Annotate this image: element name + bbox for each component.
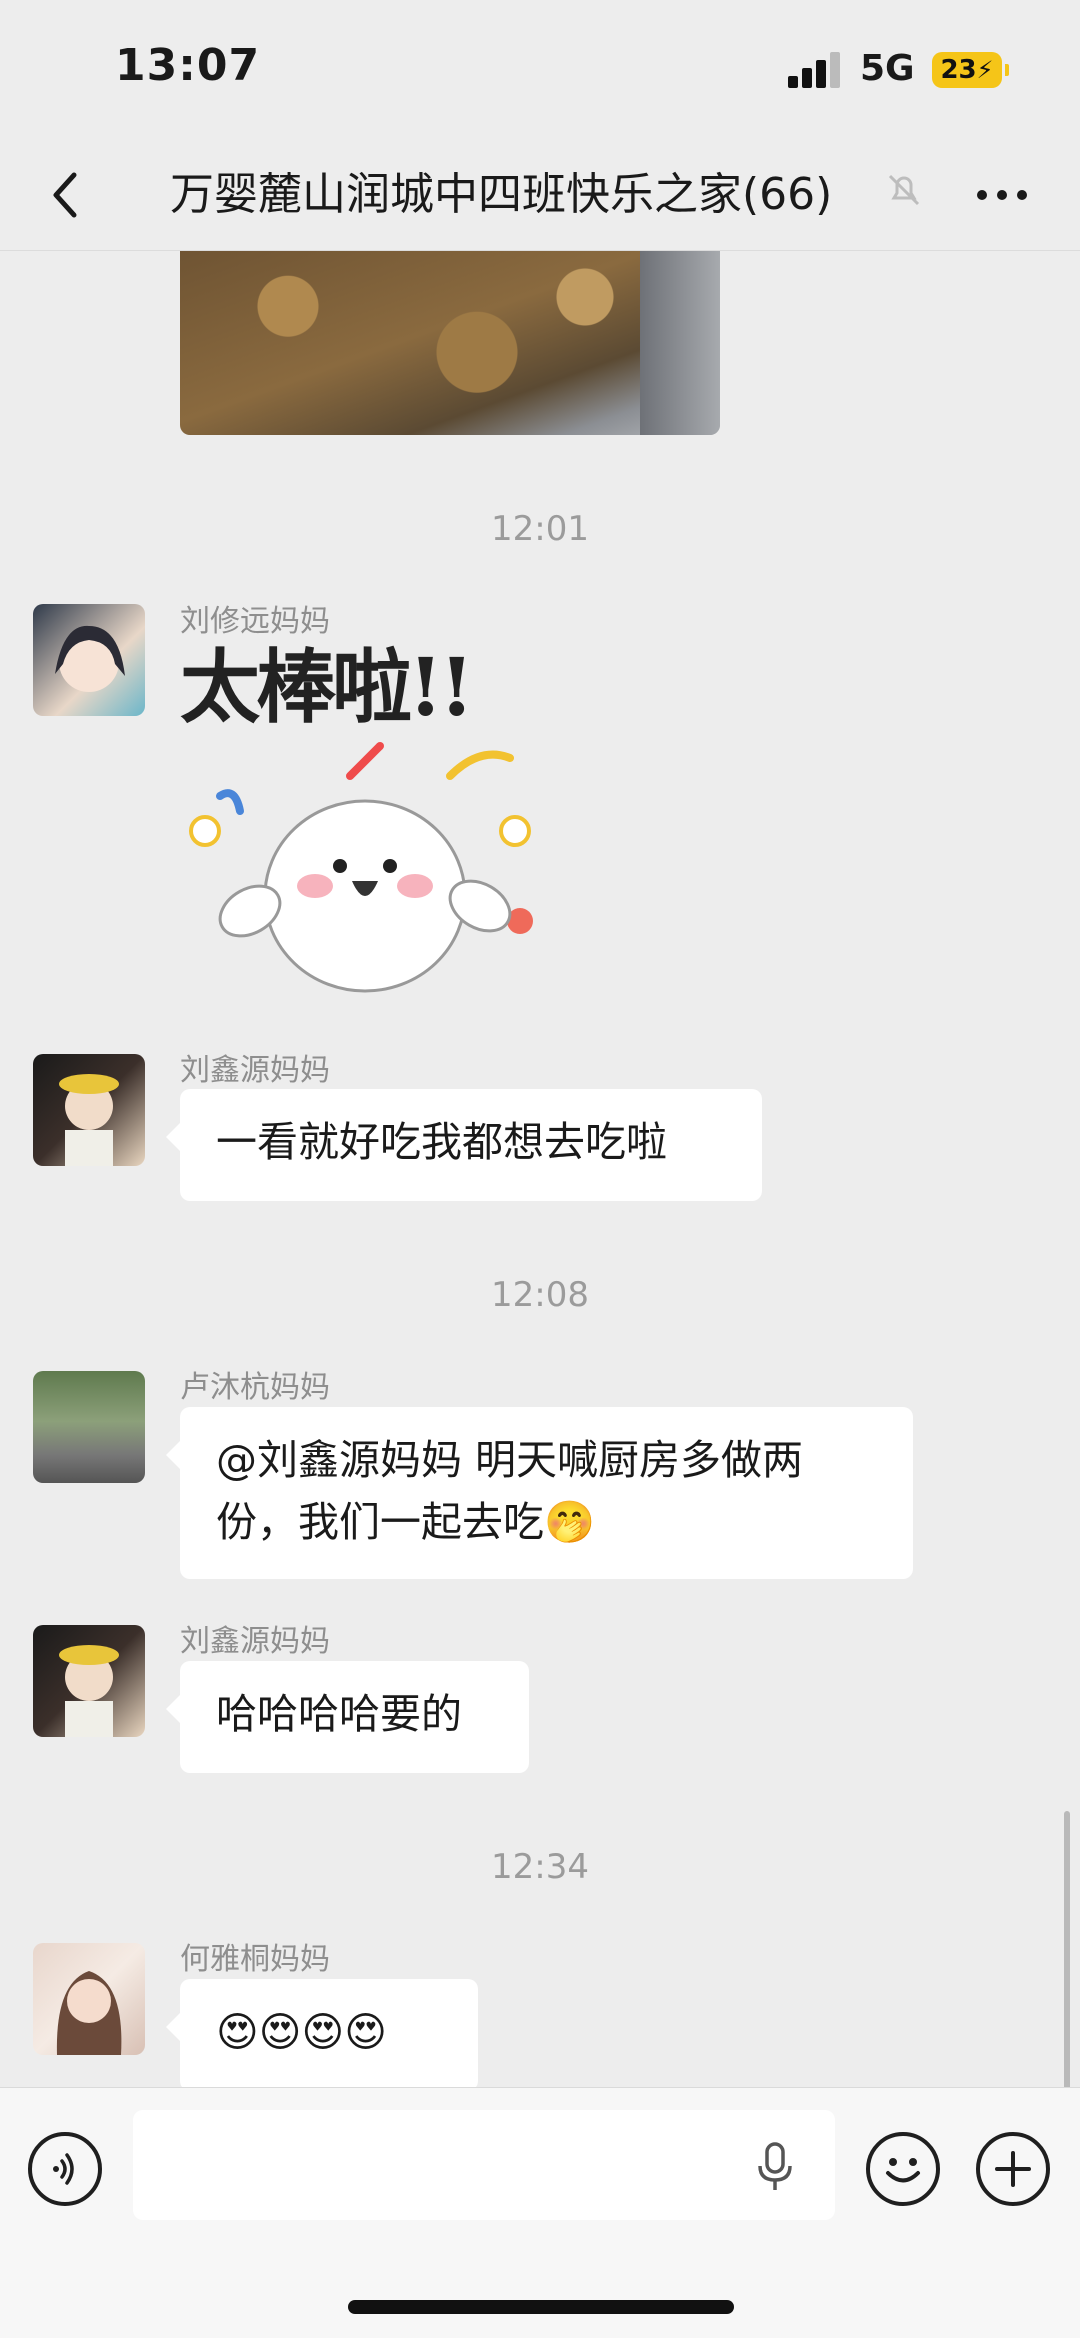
voice-button[interactable] — [28, 2132, 102, 2206]
signal-icon — [788, 52, 844, 88]
voice-icon — [53, 2153, 74, 2185]
sender-name: 刘鑫源妈妈 — [180, 1053, 330, 1088]
more-icon — [977, 190, 1027, 200]
sticker-message[interactable]: 太棒啦!! — [180, 641, 550, 1006]
message-bubble[interactable]: @刘鑫源妈妈 明天喊厨房多做两份，我们一起去吃🤭 — [166, 1407, 913, 1579]
status-time: 13:07 — [115, 40, 261, 91]
mic-button[interactable] — [753, 2140, 797, 2194]
emoji-button[interactable] — [866, 2132, 940, 2206]
avatar[interactable] — [33, 1054, 145, 1166]
message-bubble[interactable]: 一看就好吃我都想去吃啦 — [166, 1089, 762, 1201]
avatar[interactable] — [33, 1371, 145, 1483]
charging-icon: ⚡ — [976, 56, 994, 84]
plus-icon — [995, 2151, 1031, 2187]
food-photo-message[interactable] — [180, 251, 720, 435]
timestamp: 12:08 — [491, 1275, 589, 1315]
back-button[interactable] — [38, 165, 98, 225]
battery-level: 23 — [940, 55, 977, 85]
emoji-icon — [886, 2158, 920, 2183]
chat-header: 万婴麓山润城中四班快乐之家(66) — [0, 140, 1080, 251]
scrollbar[interactable] — [1064, 1811, 1070, 2087]
message-list[interactable]: 12:01 刘修远妈妈 太棒啦!! 刘鑫源妈妈 一看就好吃我都想去吃啦 12:0… — [0, 251, 1080, 2087]
battery-icon: 23 ⚡ — [932, 52, 1009, 88]
puppy-sticker-icon — [189, 742, 533, 993]
message-bubble[interactable]: 哈哈哈哈要的 — [166, 1661, 529, 1773]
mute-bell-icon — [884, 170, 924, 210]
message-input[interactable] — [133, 2110, 835, 2220]
sender-name: 卢沐杭妈妈 — [180, 1370, 330, 1405]
mic-icon — [758, 2142, 792, 2190]
more-button[interactable] — [972, 172, 1032, 218]
timestamp: 12:01 — [491, 509, 589, 549]
home-indicator[interactable] — [348, 2300, 734, 2314]
message-bubble[interactable]: 😍😍😍😍 — [166, 1979, 478, 2087]
chat-title: 万婴麓山润城中四班快乐之家(66) — [170, 169, 833, 220]
sticker-text: 太棒啦!! — [180, 640, 474, 734]
status-bar: 13:07 5G 23 ⚡ — [0, 0, 1080, 140]
network-type: 5G — [860, 48, 915, 89]
timestamp: 12:34 — [491, 1847, 589, 1887]
sender-name: 刘修远妈妈 — [180, 604, 330, 639]
sender-name: 刘鑫源妈妈 — [180, 1624, 330, 1659]
avatar[interactable] — [33, 1943, 145, 2055]
plus-button[interactable] — [976, 2132, 1050, 2206]
avatar[interactable] — [33, 604, 145, 716]
back-icon — [53, 172, 77, 218]
sender-name: 何雅桐妈妈 — [180, 1942, 330, 1977]
avatar[interactable] — [33, 1625, 145, 1737]
